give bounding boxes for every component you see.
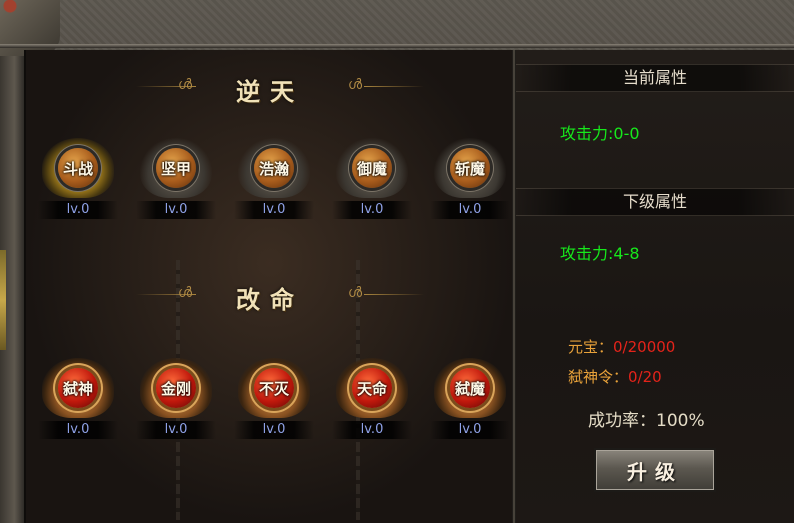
attribute-panel: 当前属性 攻击力:0-0 下级属性 攻击力:4-8 元宝：0/20000 弑神令… bbox=[516, 50, 794, 523]
success-rate: 成功率：100% bbox=[588, 411, 705, 431]
title-line-right bbox=[364, 294, 424, 295]
skill-haohan[interactable]: 浩瀚 lv.0 bbox=[234, 134, 314, 224]
skill-yumo[interactable]: 御魔 lv.0 bbox=[332, 134, 412, 224]
skill-level: lv.0 bbox=[430, 201, 510, 219]
skill-level: lv.0 bbox=[136, 201, 216, 219]
frame-top-border bbox=[0, 44, 794, 48]
title-line-right bbox=[364, 86, 424, 87]
skill-shimo[interactable]: 弑魔 lv.0 bbox=[430, 354, 510, 444]
skill-orb: 坚甲 bbox=[156, 148, 196, 188]
skill-orb: 浩瀚 bbox=[254, 148, 294, 188]
yuanbao-label: 元宝： bbox=[568, 338, 614, 356]
skill-tianming[interactable]: 天命 lv.0 bbox=[332, 354, 412, 444]
skill-level: lv.0 bbox=[430, 421, 510, 439]
section-title-nitian: 逆天 bbox=[236, 78, 304, 106]
skill-orb: 弑魔 bbox=[450, 368, 490, 408]
skill-orb: 不灭 bbox=[254, 368, 294, 408]
yuanbao-cost-row: 元宝：0/20000 bbox=[568, 336, 675, 357]
upgrade-button[interactable]: 升级 bbox=[594, 448, 716, 492]
section-title-gaiming: 改命 bbox=[236, 286, 304, 314]
window-frame: ൾ 逆天 ൾ 斗战 lv.0 坚甲 lv.0 浩瀚 lv.0 御魔 lv.0 斩… bbox=[0, 0, 794, 523]
skill-orb: 斩魔 bbox=[450, 148, 490, 188]
skill-orb: 弑神 bbox=[58, 368, 98, 408]
token-value: 0/20 bbox=[628, 368, 662, 386]
skill-jingang[interactable]: 金刚 lv.0 bbox=[136, 354, 216, 444]
current-attributes-header: 当前属性 bbox=[516, 64, 794, 92]
skill-level: lv.0 bbox=[332, 421, 412, 439]
skill-level: lv.0 bbox=[38, 421, 118, 439]
skill-shishen[interactable]: 弑神 lv.0 bbox=[38, 354, 118, 444]
token-cost-row: 弑神令：0/20 bbox=[568, 366, 662, 387]
side-gold-strip bbox=[0, 250, 6, 350]
skill-orb: 金刚 bbox=[156, 368, 196, 408]
yuanbao-value: 0/20000 bbox=[613, 338, 676, 356]
skill-level: lv.0 bbox=[234, 421, 314, 439]
skill-zhanmo[interactable]: 斩魔 lv.0 bbox=[430, 134, 510, 224]
token-label: 弑神令： bbox=[568, 368, 629, 386]
skill-bumie[interactable]: 不灭 lv.0 bbox=[234, 354, 314, 444]
skill-douzhan[interactable]: 斗战 lv.0 bbox=[38, 134, 118, 224]
swirl-ornament-icon: ൾ bbox=[348, 285, 363, 301]
skill-orb: 天命 bbox=[352, 368, 392, 408]
skill-level: lv.0 bbox=[332, 201, 412, 219]
swirl-ornament-icon: ൾ bbox=[348, 77, 363, 93]
skill-orb: 御魔 bbox=[352, 148, 392, 188]
skill-orb: 斗战 bbox=[58, 148, 98, 188]
skill-level: lv.0 bbox=[136, 421, 216, 439]
skill-panel: ൾ 逆天 ൾ 斗战 lv.0 坚甲 lv.0 浩瀚 lv.0 御魔 lv.0 斩… bbox=[24, 50, 514, 523]
next-attack-value: 攻击力:4-8 bbox=[560, 244, 640, 263]
current-attack-value: 攻击力:0-0 bbox=[560, 124, 640, 143]
next-attributes-header: 下级属性 bbox=[516, 188, 794, 216]
skill-level: lv.0 bbox=[38, 201, 118, 219]
skill-jianjia[interactable]: 坚甲 lv.0 bbox=[136, 134, 216, 224]
skill-level: lv.0 bbox=[234, 201, 314, 219]
